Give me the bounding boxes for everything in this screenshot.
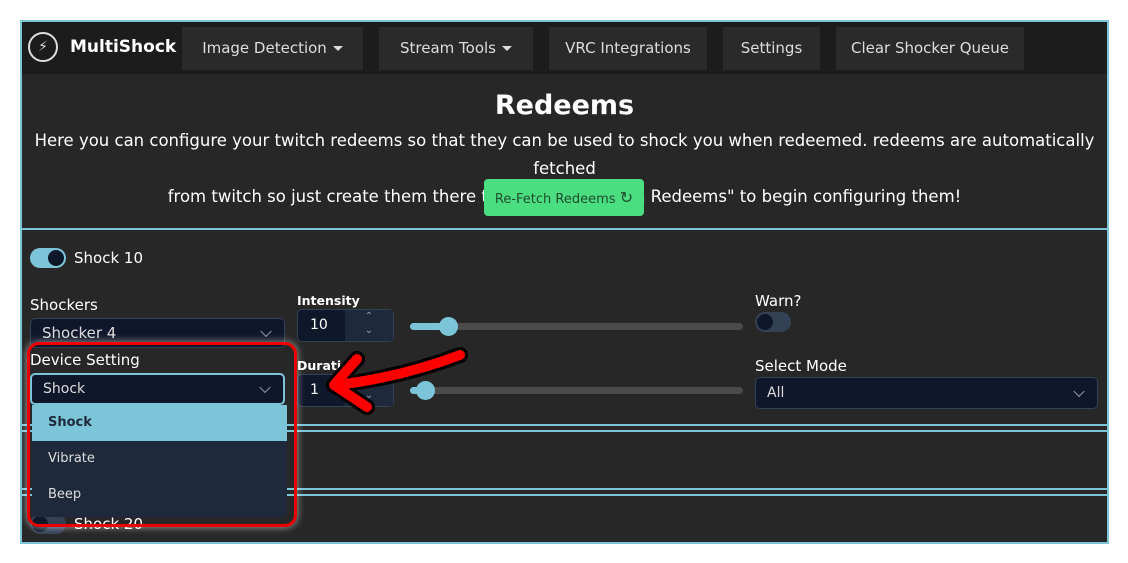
nav-label: Image Detection [202, 39, 327, 57]
page-title: Redeems [494, 90, 635, 121]
navbar: ⚡ MultiShock Image Detection Stream Tool… [22, 22, 1107, 74]
highlight-annotation [27, 342, 297, 527]
warn-toggle[interactable] [755, 312, 791, 332]
toggle-knob [48, 250, 64, 266]
select-value: Shocker 4 [42, 324, 117, 342]
input-value: 10 [310, 317, 328, 333]
button-label: Re-Fetch Redeems [494, 192, 616, 207]
nav-clear-shocker-queue[interactable]: Clear Shocker Queue [836, 27, 1024, 70]
chevron-down-icon [260, 325, 272, 338]
shockers-label: Shockers [30, 296, 98, 314]
slider-thumb[interactable] [439, 317, 459, 336]
chevron-down-icon [1073, 385, 1085, 398]
select-mode-select[interactable]: All [755, 377, 1098, 409]
refetch-redeems-button[interactable]: Re-Fetch Redeems ↻ [484, 179, 644, 216]
intensity-slider[interactable] [410, 317, 743, 336]
nav-stream-tools[interactable]: Stream Tools [379, 27, 533, 70]
desc-line: Here you can configure your twitch redee… [34, 131, 1095, 178]
nav-settings[interactable]: Settings [723, 27, 820, 70]
warn-label: Warn? [755, 292, 802, 310]
select-mode-label: Select Mode [755, 357, 847, 375]
app-window: ⚡ MultiShock Image Detection Stream Tool… [20, 20, 1109, 544]
nav-label: Stream Tools [400, 39, 496, 57]
nav-image-detection[interactable]: Image Detection [182, 27, 363, 70]
nav-vrc-integrations[interactable]: VRC Integrations [549, 27, 707, 70]
caret-down-icon [502, 46, 512, 51]
arrow-annotation-icon [326, 347, 468, 415]
intensity-label: Intensity [297, 293, 360, 308]
redeem-enabled-toggle[interactable] [30, 248, 66, 268]
redeem-name: Shock 10 [74, 249, 143, 267]
caret-down-icon [332, 46, 343, 51]
logo-icon: ⚡ [28, 32, 58, 62]
toggle-knob [757, 314, 773, 330]
select-value: All [767, 385, 785, 401]
slider-fill [410, 323, 444, 330]
brand[interactable]: MultiShock [70, 37, 176, 57]
refresh-icon: ↻ [619, 188, 634, 207]
